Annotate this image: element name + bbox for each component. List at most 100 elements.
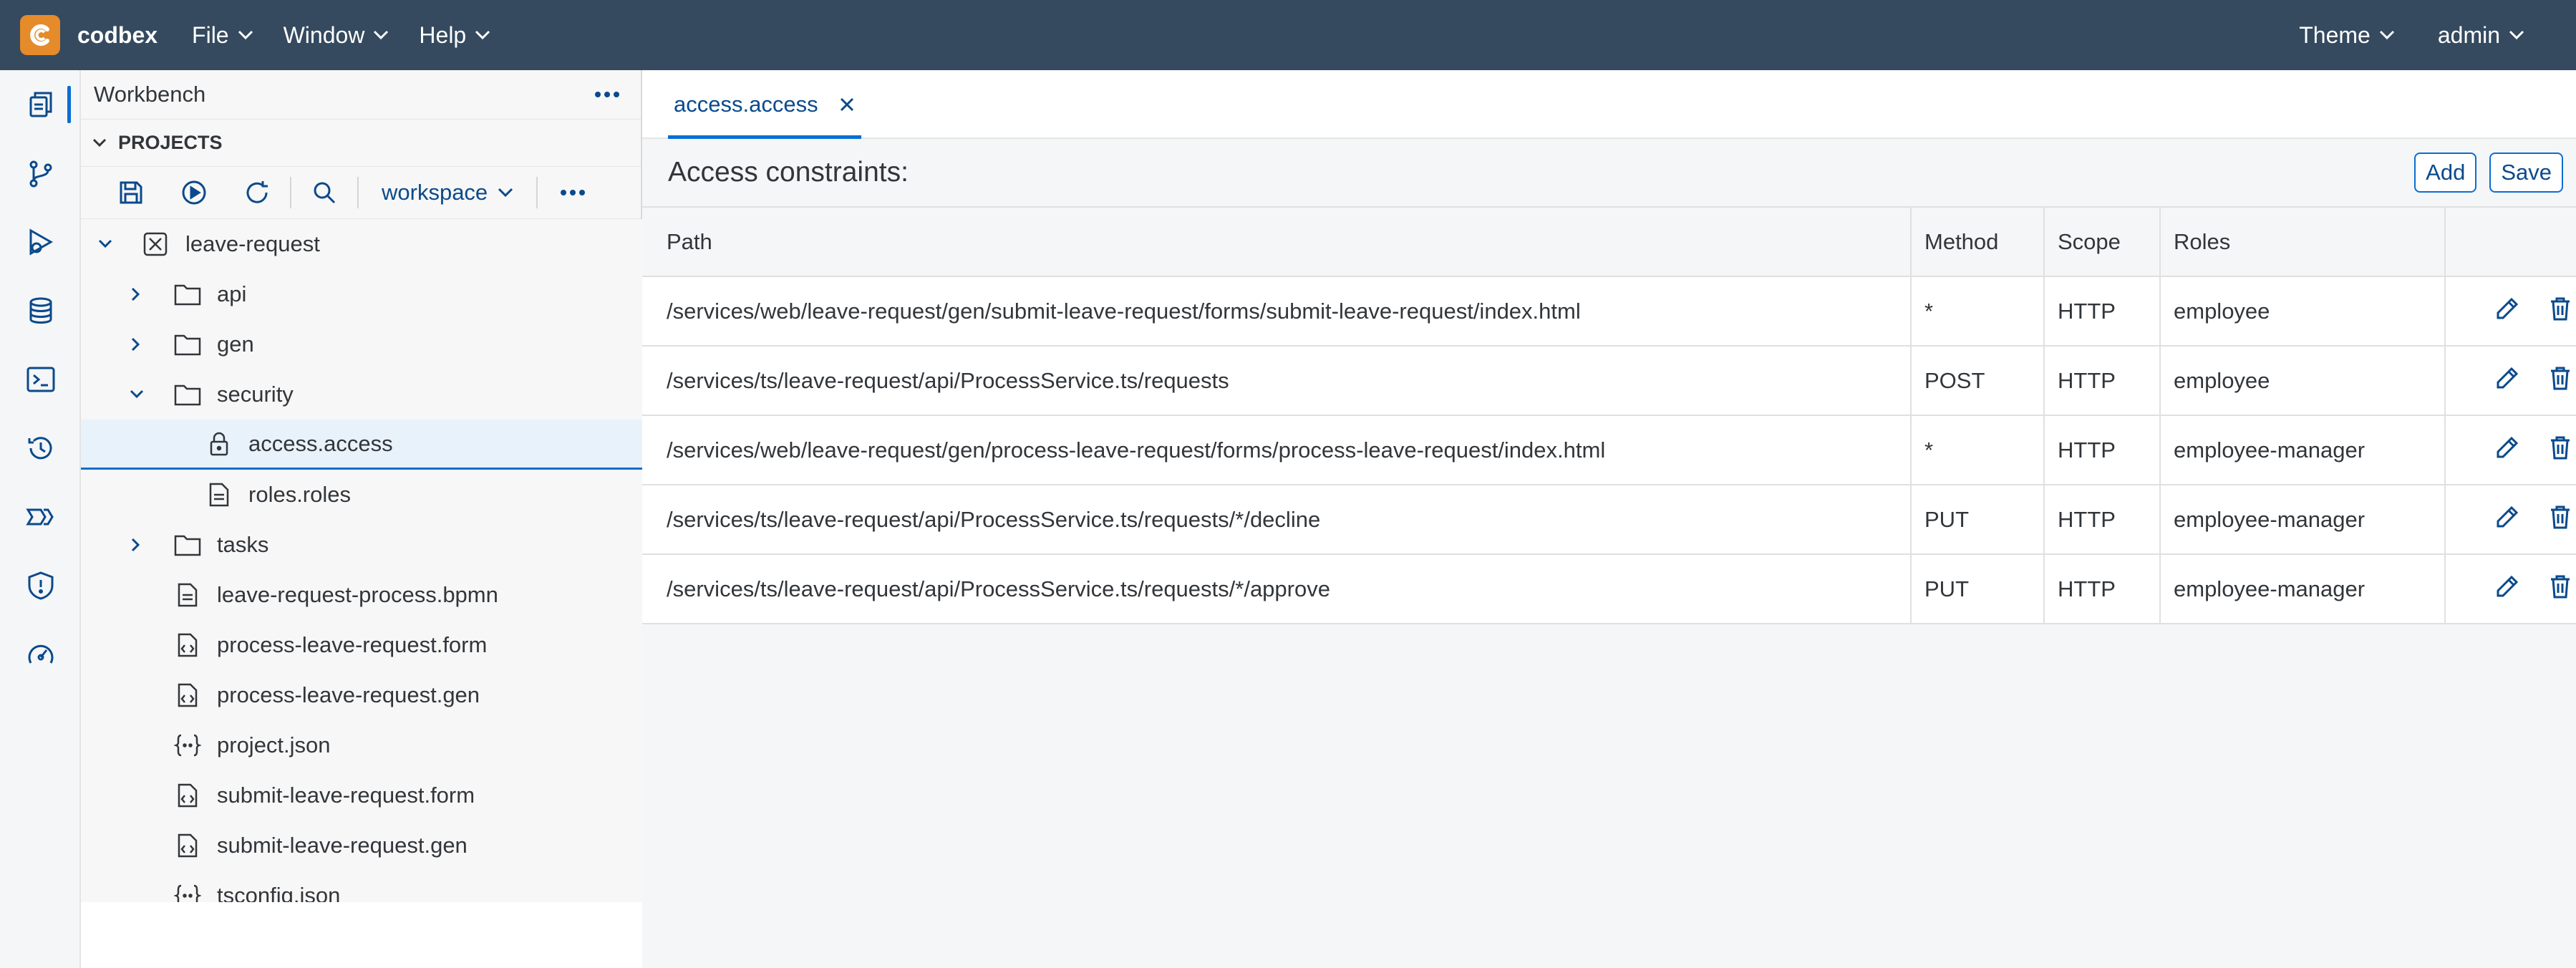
cell-actions xyxy=(2445,346,2576,416)
chevron-right-icon[interactable] xyxy=(131,337,141,352)
cell-scope: HTTP xyxy=(2044,346,2161,416)
security-icon[interactable] xyxy=(0,551,81,620)
monitoring-icon[interactable] xyxy=(0,620,81,689)
tree-node-label: roles.roles xyxy=(248,482,351,507)
chevron-right-icon[interactable] xyxy=(131,287,141,301)
tab-access-access[interactable]: access.access xyxy=(668,70,861,139)
toolbar-separator xyxy=(536,177,538,208)
debug-icon[interactable] xyxy=(0,208,81,276)
refresh-icon[interactable] xyxy=(226,166,289,219)
chevron-down-icon xyxy=(2509,30,2524,40)
theme-menu[interactable]: Theme xyxy=(2299,22,2395,49)
menu-file-label: File xyxy=(192,21,229,48)
tree-node-label: leave-request-process.bpmn xyxy=(217,582,498,607)
chevron-down-icon[interactable] xyxy=(130,389,144,400)
cell-actions xyxy=(2445,276,2576,347)
database-icon[interactable] xyxy=(0,276,81,345)
projects-icon[interactable] xyxy=(0,70,81,139)
table-row[interactable]: /services/web/leave-request/gen/submit-l… xyxy=(642,276,2576,347)
file-icon xyxy=(177,582,198,608)
tree-node-submit-leave-request-gen[interactable]: submit-leave-request.gen xyxy=(81,821,642,871)
tree-node-label: api xyxy=(217,281,247,306)
tree-node-tasks[interactable]: tasks xyxy=(81,520,642,570)
delete-icon[interactable] xyxy=(2549,504,2572,536)
edit-icon[interactable] xyxy=(2494,296,2520,327)
projects-toolbar: workspace xyxy=(81,166,641,219)
search-icon[interactable] xyxy=(293,166,356,219)
tree-node-access-access[interactable]: access.access xyxy=(81,420,642,470)
save-all-icon[interactable] xyxy=(100,166,163,219)
history-icon[interactable] xyxy=(0,414,81,483)
workspace-select[interactable]: workspace xyxy=(360,180,535,205)
column-header-method[interactable]: Method xyxy=(1911,208,2045,277)
more-icon[interactable] xyxy=(595,92,619,97)
tree-node-label: process-leave-request.form xyxy=(217,632,488,657)
chevron-down-icon[interactable] xyxy=(98,239,112,249)
table-row[interactable]: /services/ts/leave-request/api/ProcessSe… xyxy=(642,554,2576,624)
tree-node-label: security xyxy=(217,382,294,407)
cell-actions xyxy=(2445,485,2576,555)
tree-node-process-leave-request-form[interactable]: process-leave-request.form xyxy=(81,620,642,670)
edit-icon[interactable] xyxy=(2494,573,2520,605)
folder-icon xyxy=(174,283,201,306)
add-button[interactable]: Add xyxy=(2414,153,2477,193)
user-menu[interactable]: admin xyxy=(2438,22,2524,49)
terminal-icon[interactable] xyxy=(0,345,81,414)
code-file-icon xyxy=(177,783,198,808)
tree-node-api[interactable]: api xyxy=(81,269,642,319)
table-row[interactable]: /services/ts/leave-request/api/ProcessSe… xyxy=(642,346,2576,416)
chevron-down-icon xyxy=(498,188,513,198)
theme-label: Theme xyxy=(2299,21,2371,48)
tree-node-process-leave-request-gen[interactable]: process-leave-request.gen xyxy=(81,670,642,720)
chevron-right-icon[interactable] xyxy=(131,538,141,552)
tree-node-label: project.json xyxy=(217,732,331,758)
delete-icon[interactable] xyxy=(2549,296,2572,327)
tree-node-leave-request-process-bpmn[interactable]: leave-request-process.bpmn xyxy=(81,570,642,620)
delete-icon[interactable] xyxy=(2549,573,2572,605)
cell-path: /services/web/leave-request/gen/process-… xyxy=(642,415,1912,485)
cell-method: * xyxy=(1911,415,2045,485)
table-row[interactable]: /services/web/leave-request/gen/process-… xyxy=(642,415,2576,485)
menu-file[interactable]: File xyxy=(192,22,253,49)
close-icon[interactable] xyxy=(838,96,856,113)
save-button[interactable]: Save xyxy=(2489,153,2563,193)
menu-window[interactable]: Window xyxy=(284,22,389,49)
cell-path: /services/ts/leave-request/api/ProcessSe… xyxy=(642,554,1912,624)
edit-icon[interactable] xyxy=(2494,365,2520,397)
edit-icon[interactable] xyxy=(2494,504,2520,536)
delete-icon[interactable] xyxy=(2549,435,2572,466)
lock-icon xyxy=(208,431,230,457)
cell-method: * xyxy=(1911,276,2045,347)
editor-tab-bar: access.access xyxy=(642,70,2576,139)
page-title: Access constraints: xyxy=(668,157,909,188)
tree-node-gen[interactable]: gen xyxy=(81,319,642,369)
delete-icon[interactable] xyxy=(2549,365,2572,397)
cell-roles: employee xyxy=(2160,276,2446,347)
tree-node-submit-leave-request-form[interactable]: submit-leave-request.form xyxy=(81,770,642,821)
tree-node-roles-roles[interactable]: roles.roles xyxy=(81,470,642,520)
menu-help[interactable]: Help xyxy=(419,22,490,49)
folder-icon xyxy=(174,333,201,356)
processes-icon[interactable] xyxy=(0,483,81,551)
shell-bar: codbex File Window Help Theme admin xyxy=(0,0,2576,70)
tree-node-label: tasks xyxy=(217,532,269,557)
column-header-scope[interactable]: Scope xyxy=(2044,208,2161,277)
tree-node-security[interactable]: security xyxy=(81,369,642,420)
cell-roles: employee-manager xyxy=(2160,485,2446,555)
tree-node-project-json[interactable]: project.json xyxy=(81,720,642,770)
publish-icon[interactable] xyxy=(163,166,226,219)
projects-section-header[interactable]: PROJECTS xyxy=(81,119,641,166)
more-icon[interactable] xyxy=(561,190,586,195)
codbex-logo-icon[interactable] xyxy=(20,15,60,55)
table-row[interactable]: /services/ts/leave-request/api/ProcessSe… xyxy=(642,485,2576,555)
cell-scope: HTTP xyxy=(2044,415,2161,485)
column-header-path[interactable]: Path xyxy=(642,208,1912,277)
tree-node-leave-request[interactable]: leave-request xyxy=(81,219,642,269)
edit-icon[interactable] xyxy=(2494,435,2520,466)
folder-icon xyxy=(174,383,201,406)
column-header-roles[interactable]: Roles xyxy=(2160,208,2446,277)
git-icon[interactable] xyxy=(0,139,81,208)
workbench-header: Workbench xyxy=(81,70,641,119)
access-constraints-table: Path Method Scope Roles /services/web/le… xyxy=(642,208,2576,624)
cell-roles: employee xyxy=(2160,346,2446,416)
